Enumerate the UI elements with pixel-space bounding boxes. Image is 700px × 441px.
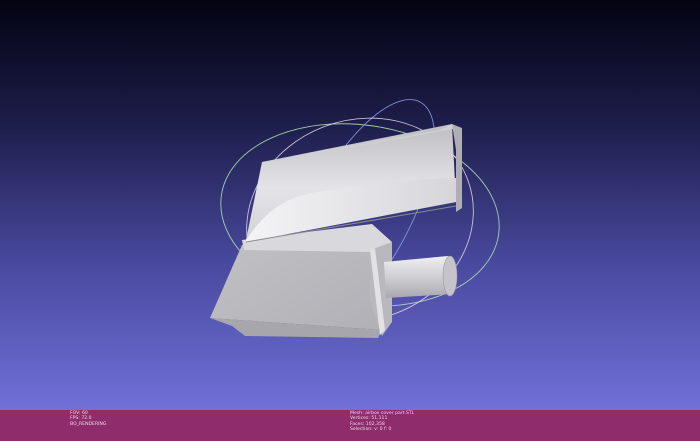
mesh-info: Mesh: airbox cover part.STL Vertices: 51…	[350, 411, 414, 433]
mesh-model[interactable]	[210, 124, 462, 338]
model-cylinder-cap	[442, 255, 458, 297]
viewport-canvas[interactable]	[0, 0, 700, 410]
render-mode-text: BO_RENDERING	[70, 421, 107, 427]
3d-viewport[interactable]	[0, 0, 700, 410]
selection-text: Selection: v: 0 f: 0	[350, 427, 392, 433]
render-info: FOV: 60 FPS: 72.0 BO_RENDERING	[70, 411, 107, 427]
status-bar: FOV: 60 FPS: 72.0 BO_RENDERING Mesh: air…	[0, 410, 700, 441]
